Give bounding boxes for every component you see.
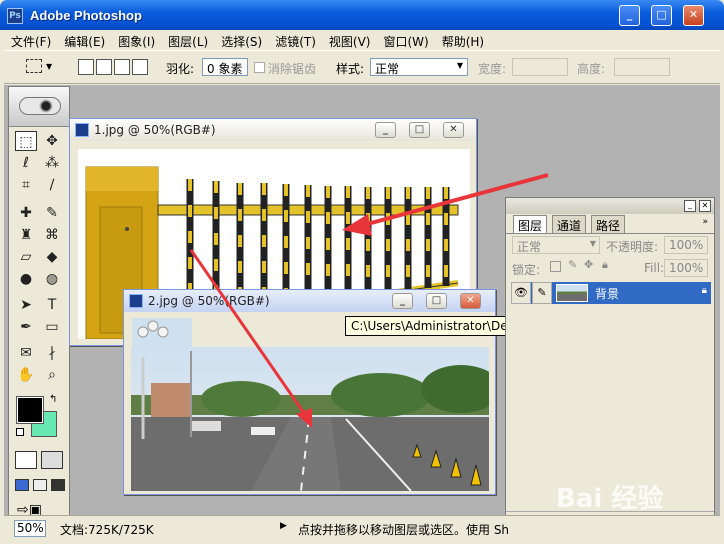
document-size[interactable]: 文档:725K/725K	[60, 521, 154, 538]
lock-all-icon[interactable]: 🔒︎	[602, 258, 608, 272]
lock-transparency-icon[interactable]	[550, 261, 561, 272]
tab-paths[interactable]: 路径	[591, 215, 626, 233]
palette-minimize-button[interactable]: _	[684, 200, 696, 212]
layer-name: 背景	[595, 287, 620, 301]
lock-move-icon[interactable]: ✥	[584, 258, 593, 271]
fill-input[interactable]: 100%	[664, 259, 708, 277]
layer-thumbnail	[556, 284, 588, 302]
tab-layers[interactable]: 图层	[513, 215, 548, 233]
opacity-input[interactable]: 100%	[664, 236, 708, 254]
blend-mode-value: 正常	[517, 240, 542, 254]
layer-lock-icon: 🔒︎	[701, 285, 707, 296]
chevron-down-icon: ▼	[589, 239, 596, 248]
play-icon: ▶	[280, 521, 287, 531]
brush-link-icon[interactable]: ✎	[532, 282, 552, 304]
blend-mode-select[interactable]: 正常 ▼	[512, 236, 600, 254]
palette-titlebar[interactable]: _ ✕	[506, 198, 714, 214]
fill-label: Fill:	[644, 261, 665, 275]
eye-icon[interactable]: 👁︎	[511, 282, 531, 304]
baidu-watermark: Bai 经验	[556, 484, 664, 514]
lock-paint-icon[interactable]: ✎	[568, 258, 577, 271]
status-hint: 点按并拖移以移动图层或选区。使用 Sh	[298, 523, 510, 537]
palette-close-button[interactable]: ✕	[699, 200, 711, 212]
zoom-field[interactable]: 50%	[14, 520, 46, 537]
status-bar: 50% 文档:725K/725K ▶ 点按并拖移以移动图层或选区。使用 Sh	[4, 515, 720, 540]
layer-row-background[interactable]: 👁︎ ✎ 背景 🔒︎	[511, 282, 711, 304]
lock-label: 锁定:	[512, 263, 541, 277]
tab-channels[interactable]: 通道	[552, 215, 587, 233]
palette-menu-icon[interactable]: »	[702, 217, 708, 227]
foreground-color-swatch[interactable]	[16, 396, 44, 424]
opacity-label: 不透明度:	[606, 240, 659, 254]
